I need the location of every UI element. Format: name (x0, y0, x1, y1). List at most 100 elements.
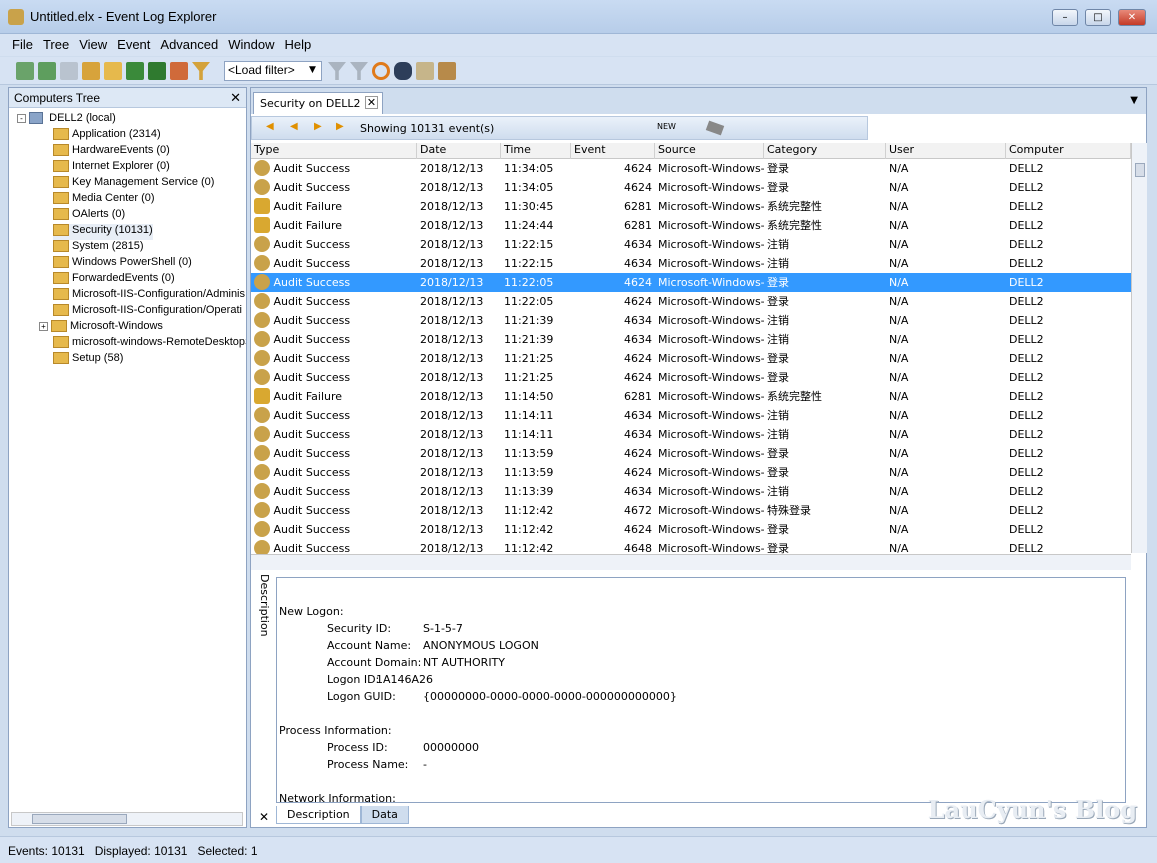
col-event[interactable]: Event (571, 143, 655, 159)
tree-item-remotedesktop[interactable]: microsoft-windows-RemoteDesktopS (53, 336, 246, 352)
close-icon[interactable]: ✕ (230, 90, 241, 106)
eraser-icon[interactable] (705, 120, 725, 136)
table-row[interactable]: Audit Success 2018/12/13 11:34:05 4624 Micro… (251, 159, 1131, 178)
table-row[interactable]: Audit Failure 2018/12/13 11:24:44 6281 Micro… (251, 216, 1131, 235)
tree-item-oalerts[interactable]: OAlerts (0) (53, 208, 125, 224)
table-row[interactable]: Audit Success 2018/12/13 11:14:11 4634 Micro… (251, 425, 1131, 444)
cell-type: Audit Failure (251, 387, 417, 406)
close-tab-icon[interactable]: ✕ (365, 96, 378, 109)
cell-time: 11:34:05 (504, 181, 554, 194)
tree-item-iis-operational[interactable]: Microsoft-IIS-Configuration/Operati (53, 304, 246, 320)
col-user[interactable]: User (886, 143, 1006, 159)
table-row[interactable]: Audit Success 2018/12/13 11:13:59 4624 Micro… (251, 444, 1131, 463)
table-row[interactable]: Audit Success 2018/12/13 11:21:39 4634 Micro… (251, 330, 1131, 349)
tab-description[interactable]: Description (276, 806, 361, 824)
remove-filter-icon[interactable] (328, 62, 346, 80)
save-icon[interactable] (126, 62, 144, 80)
tree-item-media-center[interactable]: Media Center (0) (53, 192, 155, 208)
tree-item-hardwareevents[interactable]: HardwareEvents (0) (53, 144, 170, 160)
cell-date: 2018/12/13 (420, 504, 484, 517)
table-row[interactable]: Audit Failure 2018/12/13 11:14:50 6281 Micro… (251, 387, 1131, 406)
refresh-icon[interactable] (82, 62, 100, 80)
tree-item-security[interactable]: Security (10131) (53, 224, 153, 240)
menu-help[interactable]: Help (279, 34, 316, 52)
table-row[interactable]: Audit Success 2018/12/13 11:21:25 4624 Micro… (251, 349, 1131, 368)
table-row[interactable]: Audit Success 2018/12/13 11:21:39 4634 Micro… (251, 311, 1131, 330)
next-icon[interactable]: ▶ (314, 121, 326, 133)
add-computer-icon[interactable] (16, 62, 34, 80)
tree-root[interactable]: - DELL2 (local) (17, 112, 116, 128)
first-icon[interactable]: ◀ (266, 121, 278, 133)
menu-advanced[interactable]: Advanced (155, 34, 223, 52)
filter-icon[interactable] (192, 62, 210, 80)
tab-data[interactable]: Data (360, 806, 409, 824)
col-source[interactable]: Source (655, 143, 764, 159)
tree-item-key-management[interactable]: Key Management Service (0) (53, 176, 214, 192)
find-next-icon[interactable] (416, 62, 434, 80)
cell-time: 11:30:45 (504, 200, 554, 213)
tree-item-microsoft-windows[interactable]: + Microsoft-Windows (39, 320, 163, 336)
open-folder-icon[interactable] (104, 62, 122, 80)
table-row[interactable]: Audit Success 2018/12/13 11:14:11 4634 Micro… (251, 406, 1131, 425)
table-row[interactable]: Audit Success 2018/12/13 11:12:42 4648 Micro… (251, 539, 1131, 555)
add-log-icon[interactable] (38, 62, 56, 80)
chevron-down-icon[interactable]: ▼ (309, 65, 316, 75)
tree-item-system[interactable]: System (2815) (53, 240, 144, 256)
load-filter-select[interactable]: <Load filter> (224, 61, 322, 81)
table-row[interactable]: Audit Success 2018/12/13 11:22:05 4624 Micro… (251, 273, 1131, 292)
key-icon (254, 312, 270, 328)
tree-item-application[interactable]: Application (2314) (53, 128, 161, 144)
cell-event: 6281 (624, 219, 652, 232)
close-button[interactable]: ✕ (1118, 9, 1146, 26)
maximize-button[interactable]: □ (1085, 9, 1111, 26)
col-time[interactable]: Time (501, 143, 571, 159)
filter-off-icon[interactable] (350, 62, 368, 80)
tab-list-icon[interactable]: ▼ (1130, 95, 1138, 106)
binoculars-icon[interactable] (394, 62, 412, 80)
tree-item-setup[interactable]: Setup (58) (53, 352, 123, 368)
table-row[interactable]: Audit Success 2018/12/13 11:12:42 4672 Micro… (251, 501, 1131, 520)
expand-icon[interactable]: + (39, 321, 48, 331)
collapse-icon[interactable]: - (17, 113, 26, 123)
menu-event[interactable]: Event (112, 34, 155, 52)
menu-file[interactable]: File (0, 34, 38, 52)
tree-hscroll[interactable] (11, 812, 243, 826)
goto-icon[interactable] (372, 62, 390, 80)
remove-icon[interactable] (60, 62, 78, 80)
col-computer[interactable]: Computer (1006, 143, 1131, 159)
table-row[interactable]: Audit Failure 2018/12/13 11:30:45 6281 Micro… (251, 197, 1131, 216)
scroll-thumb[interactable] (32, 814, 127, 824)
grid-vscroll[interactable] (1131, 143, 1147, 553)
table-row[interactable]: Audit Success 2018/12/13 11:21:25 4624 Micro… (251, 368, 1131, 387)
table-row[interactable]: Audit Success 2018/12/13 11:22:15 4634 Micro… (251, 235, 1131, 254)
menu-tree[interactable]: Tree (38, 34, 74, 52)
table-row[interactable]: Audit Success 2018/12/13 11:13:39 4634 Micro… (251, 482, 1131, 501)
col-date[interactable]: Date (417, 143, 501, 159)
col-category[interactable]: Category (764, 143, 886, 159)
table-row[interactable]: Audit Success 2018/12/13 11:12:42 4624 Micro… (251, 520, 1131, 539)
grid-hscroll[interactable] (251, 554, 1131, 570)
col-type[interactable]: Type (251, 143, 417, 159)
clear-log-icon[interactable] (170, 62, 188, 80)
menu-view[interactable]: View (74, 34, 112, 52)
prev-icon[interactable]: ◀ (290, 121, 302, 133)
tab-security-dell2[interactable]: Security on DELL2 ✕ (253, 92, 383, 114)
tree-item-powershell[interactable]: Windows PowerShell (0) (53, 256, 192, 272)
table-row[interactable]: Audit Success 2018/12/13 11:22:15 4634 Micro… (251, 254, 1131, 273)
table-row[interactable]: Audit Success 2018/12/13 11:22:05 4624 Micro… (251, 292, 1131, 311)
table-row[interactable]: Audit Success 2018/12/13 11:34:05 4624 Micro… (251, 178, 1131, 197)
tree-item-iis-admin[interactable]: Microsoft-IIS-Configuration/Adminis (53, 288, 246, 304)
save-as-icon[interactable] (148, 62, 166, 80)
minimize-button[interactable]: – (1052, 9, 1078, 26)
table-row[interactable]: Audit Success 2018/12/13 11:13:59 4624 Micro… (251, 463, 1131, 482)
scroll-thumb[interactable] (1135, 163, 1145, 177)
key-icon (254, 350, 270, 366)
description-vertical-tab[interactable]: Description (255, 574, 271, 794)
print-icon[interactable] (438, 62, 456, 80)
close-icon[interactable]: ✕ (259, 810, 269, 824)
menu-window[interactable]: Window (223, 34, 279, 52)
cell-source: Microsoft-Windows-Se (658, 390, 764, 403)
tree-item-internet-explorer[interactable]: Internet Explorer (0) (53, 160, 170, 176)
last-icon[interactable]: ▶ (336, 121, 348, 133)
tree-item-forwardedevents[interactable]: ForwardedEvents (0) (53, 272, 175, 288)
